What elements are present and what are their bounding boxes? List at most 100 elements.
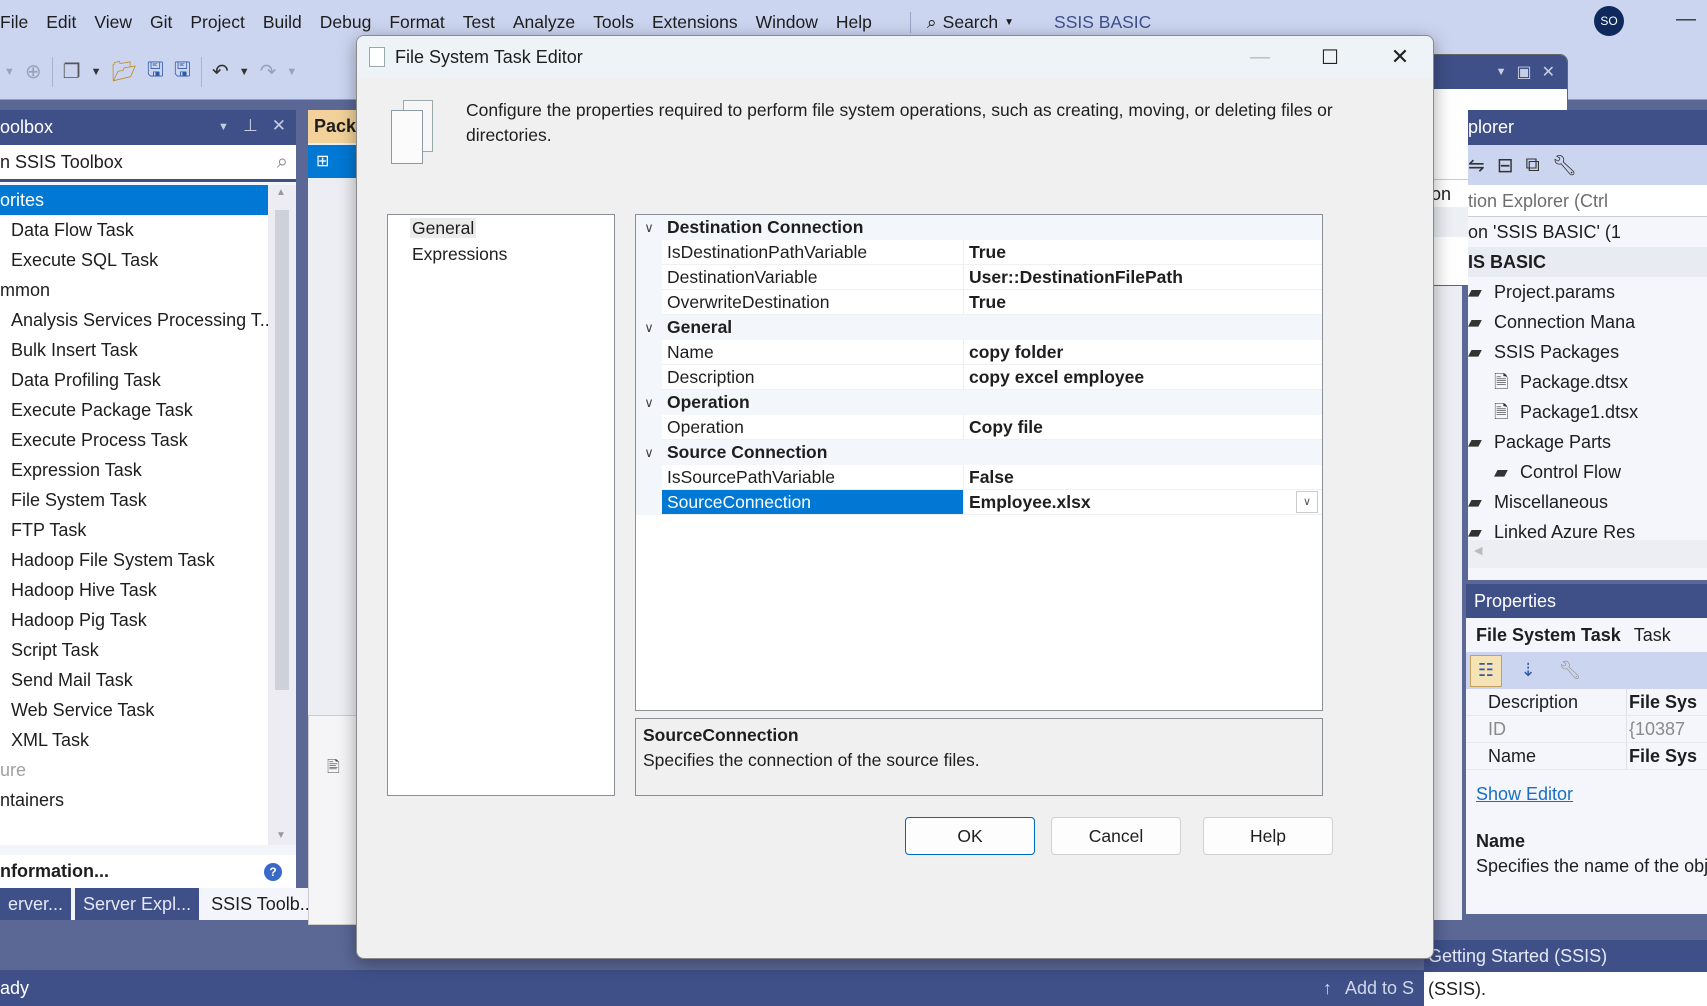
horizontal-scrollbar[interactable]: ◀ [1468, 540, 1707, 568]
property-value[interactable]: copy folder [963, 340, 1322, 365]
minimize-button[interactable]: — [1225, 36, 1295, 78]
property-row[interactable]: IsDestinationPathVariable True [636, 240, 1322, 265]
navigate-forward-icon[interactable]: ⊕ [25, 59, 42, 84]
property-category[interactable]: ∨ Destination Connection [636, 215, 1322, 240]
dropdown-arrow-icon[interactable]: ▼ [286, 66, 297, 78]
menu-file[interactable]: File [0, 12, 46, 33]
toolbox-bottom-tab[interactable]: Server Expl... [75, 888, 200, 920]
toolbox-bottom-tab[interactable]: SSIS Toolb... [203, 888, 323, 920]
menu-git[interactable]: Git [150, 12, 190, 33]
property-row[interactable]: Operation Copy file [636, 415, 1322, 440]
property-row[interactable]: SourceConnection Employee.xlsx ∨ [636, 490, 1322, 515]
show-all-files-icon[interactable]: ⧉ [1526, 154, 1540, 177]
toolbox-item[interactable]: Send Mail Task [0, 665, 268, 695]
toolbox-item[interactable]: Expression Task [0, 455, 268, 485]
sync-icon[interactable]: ⇋ [1468, 153, 1485, 178]
scrollbar-thumb[interactable] [275, 210, 289, 690]
solution-tree-item[interactable]: 🗎 Package1.dtsx [1468, 397, 1707, 427]
ok-button[interactable]: OK [905, 817, 1035, 855]
search-icon[interactable]: ⌕ [277, 151, 288, 174]
collapse-chevron-icon[interactable]: ∨ [636, 390, 662, 415]
alphabetical-sort-icon[interactable]: ⇣ [1512, 655, 1544, 687]
pin-icon[interactable]: ⊥ [243, 116, 258, 138]
maximize-icon[interactable]: ▣ [1516, 62, 1531, 82]
maximize-button[interactable]: ☐ [1295, 36, 1365, 78]
properties-row[interactable]: Description File Sys [1466, 689, 1707, 716]
toolbox-category[interactable]: ntainers [0, 785, 268, 815]
close-icon[interactable]: ✕ [1542, 62, 1555, 82]
add-to-source-control-button[interactable]: ↑ Add to S [1323, 970, 1414, 1006]
property-pages-wrench-icon[interactable]: 🔧︎ [1554, 655, 1586, 687]
menu-project[interactable]: Project [190, 12, 262, 33]
property-row[interactable]: Description copy excel employee [636, 365, 1322, 390]
menu-extensions[interactable]: Extensions [652, 12, 756, 33]
minimize-window-button[interactable]: — [1676, 8, 1696, 31]
toolbox-item[interactable]: Execute Process Task [0, 425, 268, 455]
toolbox-item[interactable]: Hadoop Hive Task [0, 575, 268, 605]
close-icon[interactable]: ✕ [272, 116, 286, 138]
toolbox-item[interactable]: Script Task [0, 635, 268, 665]
menu-debug[interactable]: Debug [320, 12, 390, 33]
menu-format[interactable]: Format [389, 12, 462, 33]
cancel-button[interactable]: Cancel [1051, 817, 1181, 855]
properties-object-selector[interactable]: File System Task Task [1466, 618, 1707, 652]
menu-edit[interactable]: Edit [46, 12, 94, 33]
toolbox-item[interactable]: Data Profiling Task [0, 365, 268, 395]
property-value[interactable]: False [963, 465, 1322, 490]
scroll-up-icon[interactable]: ▲ [276, 187, 286, 198]
search-button[interactable]: ⌕ Search ▼ [909, 11, 1014, 33]
toolbox-item[interactable]: Data Flow Task [0, 215, 268, 245]
collapse-chevron-icon[interactable]: ∨ [636, 215, 662, 240]
solution-node[interactable]: on 'SSIS BASIC' (1 [1468, 217, 1707, 247]
solution-tree-item[interactable]: ◢▰Package Parts [1468, 427, 1707, 457]
toolbox-item[interactable]: Analysis Services Processing T... [0, 305, 268, 335]
property-category[interactable]: ∨ General [636, 315, 1322, 340]
solution-tree-item[interactable]: 🗎 Package.dtsx [1468, 367, 1707, 397]
avatar[interactable]: SO [1594, 6, 1624, 36]
dropdown-arrow-icon[interactable]: ▼ [218, 116, 229, 138]
categorized-icon[interactable]: ☷ [1470, 654, 1502, 687]
save-icon[interactable]: 🖫 [147, 55, 164, 89]
menu-analyze[interactable]: Analyze [513, 12, 593, 33]
toolbox-category[interactable]: mmon [0, 275, 268, 305]
scroll-down-icon[interactable]: ▼ [276, 830, 286, 841]
property-row[interactable]: IsSourcePathVariable False [636, 465, 1322, 490]
solution-tree-item[interactable]: ◢▰SSIS Packages [1468, 337, 1707, 367]
toolbox-item[interactable]: Execute Package Task [0, 395, 268, 425]
scroll-left-icon[interactable]: ◀ [1474, 544, 1482, 557]
toolbox-item[interactable]: Hadoop File System Task [0, 545, 268, 575]
dropdown-arrow-icon[interactable]: ▼ [1496, 66, 1507, 78]
solution-explorer-search-input[interactable]: tion Explorer (Ctrl [1468, 185, 1707, 217]
property-value[interactable]: True [963, 290, 1322, 315]
collapse-chevron-icon[interactable]: ∨ [636, 440, 662, 465]
properties-wrench-icon[interactable]: 🔧︎ [1552, 153, 1577, 178]
solution-tree-item[interactable]: ▰ Miscellaneous [1468, 487, 1707, 517]
redo-icon[interactable]: ↷ [260, 59, 277, 84]
help-icon[interactable]: ? [264, 863, 282, 881]
toolbox-item[interactable]: Web Service Task [0, 695, 268, 725]
property-value[interactable]: copy excel employee [963, 365, 1322, 390]
property-row[interactable]: Name copy folder [636, 340, 1322, 365]
toolbox-item[interactable]: XML Task [0, 725, 268, 755]
menu-view[interactable]: View [94, 12, 150, 33]
nav-item-expressions[interactable]: Expressions [388, 241, 614, 267]
save-all-icon[interactable]: 🖫 [174, 55, 191, 89]
solution-tree-item[interactable]: ▰ Control Flow [1468, 457, 1707, 487]
open-folder-icon[interactable]: 📂︎ [111, 59, 136, 84]
property-value[interactable]: Copy file [963, 415, 1322, 440]
menu-window[interactable]: Window [756, 12, 836, 33]
show-editor-link[interactable]: Show Editor [1466, 770, 1707, 805]
nav-item-general[interactable]: General [388, 215, 614, 241]
toolbox-item[interactable]: Bulk Insert Task [0, 335, 268, 365]
property-row[interactable]: OverwriteDestination True [636, 290, 1322, 315]
properties-row[interactable]: Name File Sys [1466, 743, 1707, 770]
dropdown-arrow-icon[interactable]: ∨ [1296, 491, 1318, 513]
menu-build[interactable]: Build [263, 12, 320, 33]
property-category[interactable]: ∨ Operation [636, 390, 1322, 415]
toolbox-item[interactable]: File System Task [0, 485, 268, 515]
dropdown-arrow-icon[interactable]: ▼ [91, 66, 102, 78]
toolbox-category[interactable]: orites [0, 185, 268, 215]
toolbox-scrollbar[interactable]: ▲ ▼ [268, 185, 296, 845]
collapse-chevron-icon[interactable]: ∨ [636, 315, 662, 340]
property-row[interactable]: DestinationVariable User::DestinationFile… [636, 265, 1322, 290]
